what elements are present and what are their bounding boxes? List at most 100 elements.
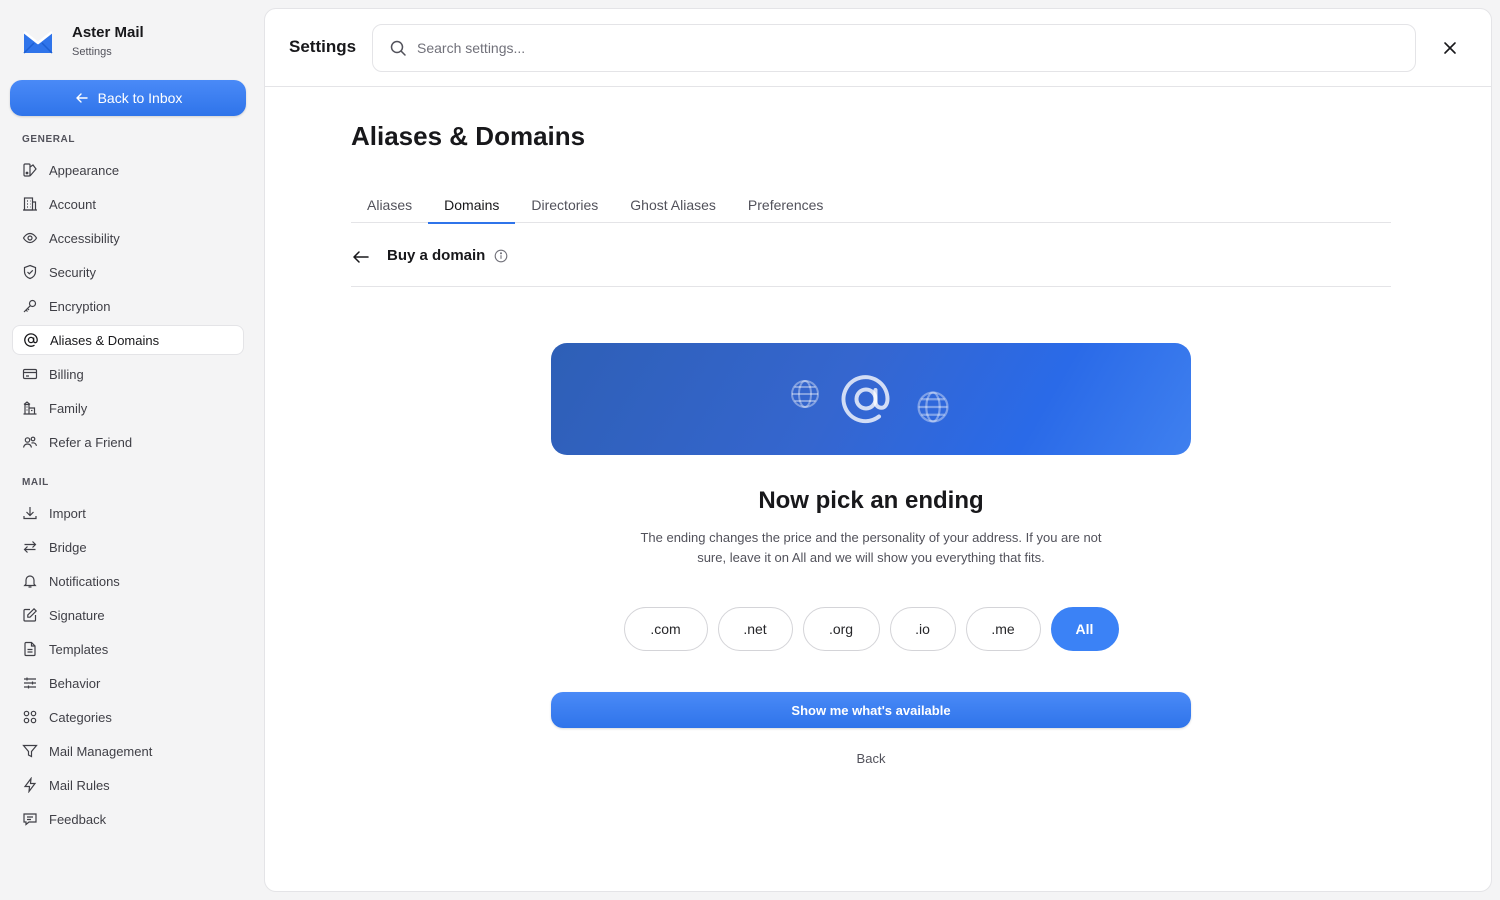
sidebar-item-billing[interactable]: Billing	[12, 359, 244, 389]
sidebar-item-label: Encryption	[49, 298, 111, 314]
at-sign-icon	[841, 375, 890, 424]
sidebar-item-security[interactable]: Security	[12, 257, 244, 287]
sidebar-item-aliases-domains[interactable]: Aliases & Domains	[12, 325, 244, 355]
building-icon	[23, 197, 37, 211]
tab-bar: Aliases Domains Directories Ghost Aliase…	[351, 187, 1391, 224]
sidebar-item-label: Refer a Friend	[49, 434, 133, 450]
back-link[interactable]: Back	[835, 748, 907, 768]
filter-icon	[22, 744, 38, 758]
sidebar-item-label: Mail Management	[49, 743, 153, 759]
globe-icon	[791, 380, 819, 408]
sidebar-item-mail-rules[interactable]: Mail Rules	[12, 770, 244, 800]
users-icon	[22, 436, 38, 448]
arrows-swap-icon	[23, 541, 37, 553]
key-icon	[23, 299, 37, 313]
close-icon	[1444, 42, 1456, 54]
sidebar-item-label: Mail Rules	[49, 777, 110, 793]
pen-square-icon	[23, 607, 38, 622]
ending-chip-com[interactable]: .com	[623, 607, 708, 651]
bell-icon	[23, 575, 37, 588]
brand: Aster Mail Settings	[22, 24, 144, 59]
search-input[interactable]	[417, 40, 1317, 56]
sidebar-item-label: Aliases & Domains	[50, 332, 160, 348]
ending-chip-io[interactable]: .io	[889, 607, 956, 651]
sidebar-item-label: Notifications	[49, 573, 120, 589]
back-to-inbox-label: Back to Inbox	[97, 90, 183, 106]
sidebar: Aster Mail Settings Back to Inbox GENERA…	[0, 0, 264, 900]
sidebar-item-import[interactable]: Import	[12, 498, 244, 528]
close-button[interactable]	[1439, 37, 1461, 59]
zap-icon	[23, 777, 37, 793]
header-title: Settings	[289, 37, 357, 56]
sidebar-item-feedback[interactable]: Feedback	[12, 804, 244, 834]
settings-header: Settings	[265, 9, 1491, 87]
credit-card-icon	[22, 368, 38, 380]
sidebar-item-family[interactable]: Family	[12, 393, 244, 423]
sidebar-item-bridge[interactable]: Bridge	[12, 532, 244, 562]
sidebar-item-label: Categories	[49, 709, 112, 725]
eye-icon	[22, 232, 38, 244]
search-box[interactable]	[372, 24, 1416, 72]
message-icon	[23, 813, 37, 826]
download-icon	[23, 507, 37, 520]
sidebar-item-label: Import	[49, 505, 86, 521]
sidebar-item-templates[interactable]: Templates	[12, 634, 244, 664]
section-label-general: GENERAL	[22, 134, 76, 145]
buy-domain-header: Buy a domain	[351, 241, 1391, 287]
settings-panel: Settings Aliases & Domains Aliases Domai…	[264, 8, 1492, 892]
tab-aliases[interactable]: Aliases	[351, 187, 428, 223]
sidebar-item-label: Billing	[49, 366, 84, 382]
sidebar-item-refer-a-friend[interactable]: Refer a Friend	[12, 427, 244, 457]
sidebar-item-label: Templates	[49, 641, 109, 657]
sidebar-item-mail-management[interactable]: Mail Management	[12, 736, 244, 766]
sidebar-item-label: Appearance	[49, 162, 120, 178]
sidebar-item-behavior[interactable]: Behavior	[12, 668, 244, 698]
sliders-icon	[24, 677, 36, 689]
ending-chip-all[interactable]: All	[1050, 607, 1119, 651]
palette-icon	[23, 163, 37, 177]
aster-mail-logo-icon	[23, 31, 53, 54]
step-description: The ending changes the price and the per…	[640, 530, 1102, 565]
info-icon[interactable]	[494, 249, 508, 263]
tab-directories[interactable]: Directories	[515, 187, 614, 223]
subheader-title: Buy a domain	[387, 247, 486, 264]
step-title: Now pick an ending	[758, 487, 984, 514]
sidebar-item-signature[interactable]: Signature	[12, 600, 244, 630]
mail-nav: Import Bridge Notifications Signature Te…	[12, 498, 244, 838]
sidebar-item-encryption[interactable]: Encryption	[12, 291, 244, 321]
file-text-icon	[24, 641, 36, 657]
tab-ghost-aliases[interactable]: Ghost Aliases	[614, 187, 732, 223]
arrow-left-icon	[75, 93, 88, 103]
tab-domains[interactable]: Domains	[428, 187, 516, 224]
sidebar-item-label: Behavior	[49, 675, 101, 691]
ending-chip-org[interactable]: .org	[802, 607, 880, 651]
sidebar-item-label: Accessibility	[49, 230, 120, 246]
tab-preferences[interactable]: Preferences	[732, 187, 839, 223]
arrow-left-icon	[353, 251, 369, 263]
shield-check-icon	[23, 264, 37, 280]
section-label-mail: MAIL	[22, 477, 49, 488]
at-sign-icon	[24, 333, 38, 347]
globe-icon	[917, 391, 949, 423]
sidebar-item-label: Feedback	[49, 811, 107, 827]
sidebar-item-label: Bridge	[49, 539, 87, 555]
sidebar-item-categories[interactable]: Categories	[12, 702, 244, 732]
page-title: Aliases & Domains	[351, 121, 586, 151]
sidebar-item-accessibility[interactable]: Accessibility	[12, 223, 244, 253]
show-available-button[interactable]: Show me what's available	[551, 692, 1191, 728]
ending-chip-me[interactable]: .me	[965, 607, 1041, 651]
sidebar-item-notifications[interactable]: Notifications	[12, 566, 244, 596]
sidebar-item-appearance[interactable]: Appearance	[12, 155, 244, 185]
general-nav: Appearance Account Accessibility Securit…	[12, 155, 244, 461]
search-icon	[390, 40, 406, 56]
brand-name: Aster Mail	[72, 24, 144, 41]
domain-ending-options: .com .net .org .io .me All	[551, 607, 1191, 651]
back-to-inbox-button[interactable]: Back to Inbox	[10, 80, 246, 116]
ending-chip-net[interactable]: .net	[717, 607, 793, 651]
subheader-back-button[interactable]	[351, 246, 373, 268]
sidebar-item-account[interactable]: Account	[12, 189, 244, 219]
domain-hero-banner	[551, 343, 1191, 455]
sidebar-item-label: Security	[49, 264, 96, 280]
sidebar-item-label: Family	[49, 400, 88, 416]
family-icon	[23, 401, 37, 415]
